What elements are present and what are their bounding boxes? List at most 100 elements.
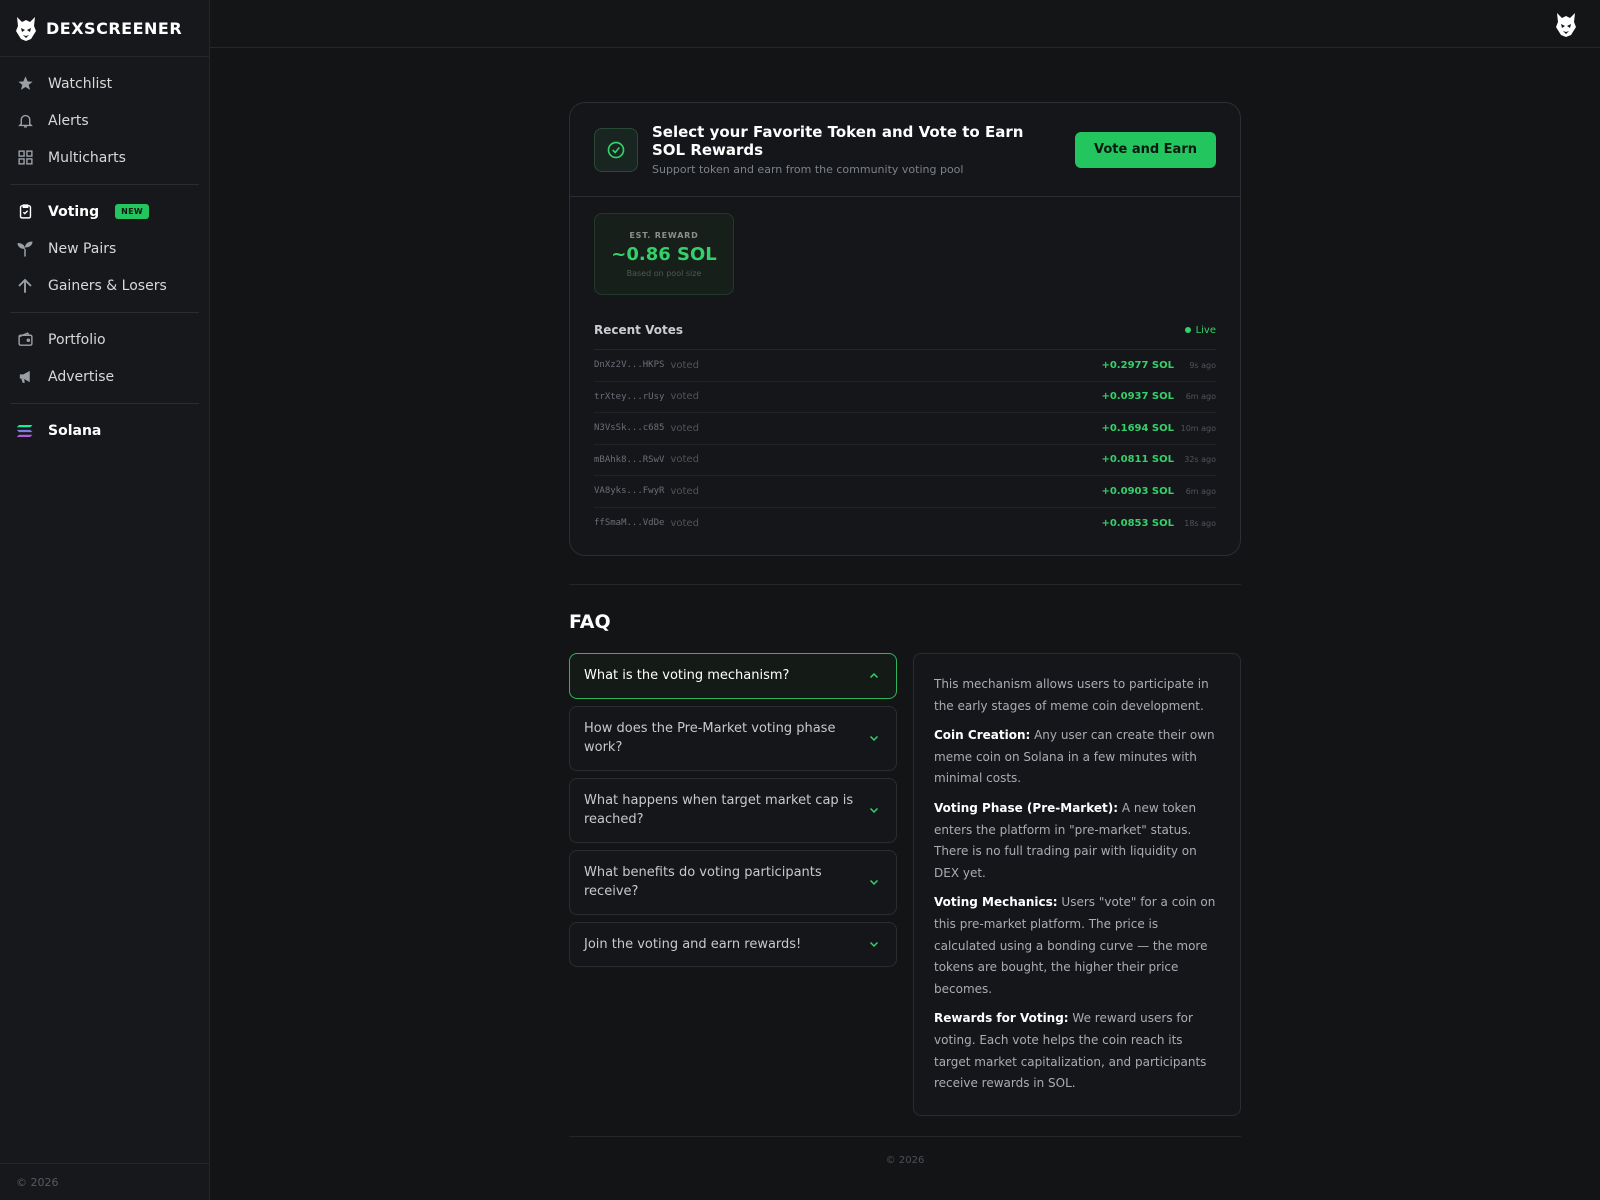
voted-label: voted [670, 454, 699, 466]
faq-question[interactable]: What is the voting mechanism? [569, 653, 897, 699]
voted-label: voted [670, 422, 699, 434]
vote-body: EST. REWARD ~0.86 SOL Based on pool size… [570, 197, 1240, 555]
clipboard-check-icon [14, 201, 36, 223]
vote-amount: +0.1694 SOL [1101, 422, 1174, 434]
faq-answer-term: Voting Mechanics: [934, 895, 1058, 910]
faq-answer-paragraph: Voting Mechanics: Users "vote" for a coi… [934, 892, 1220, 1000]
vote-address[interactable]: mBAhk8...RSwV [594, 455, 664, 465]
chevron-down-icon [866, 804, 882, 816]
vote-row: ffSmaM...VdDe voted +0.0853 SOL 18s ago [594, 508, 1216, 540]
vote-amount: +0.0853 SOL [1101, 517, 1174, 529]
recent-votes-list: DnXz2V...HKPS voted +0.2977 SOL 9s ago t… [594, 350, 1216, 539]
sidebar-item-label: Multicharts [48, 149, 126, 166]
faq-question[interactable]: What benefits do voting participants rec… [569, 849, 897, 915]
top-bar [210, 0, 1600, 48]
new-badge: NEW [115, 204, 150, 219]
vote-row: VA8yks...FwyR voted +0.0903 SOL 6m ago [594, 476, 1216, 508]
sidebar-item-new-pairs[interactable]: New Pairs [10, 230, 199, 267]
vote-time: 32s ago [1184, 455, 1216, 465]
faq-content: What is the voting mechanism? How does t… [569, 653, 1241, 1116]
faq-questions: What is the voting mechanism? How does t… [569, 653, 897, 1116]
vote-card: Select your Favorite Token and Vote to E… [569, 102, 1241, 556]
star-icon [14, 73, 36, 95]
faq-question-text: How does the Pre-Market voting phase wor… [584, 720, 836, 756]
sidebar-item-portfolio[interactable]: Portfolio [10, 321, 199, 358]
faq-question-text: What is the voting mechanism? [584, 668, 790, 683]
main-content: Select your Favorite Token and Vote to E… [569, 102, 1241, 1166]
megaphone-icon [14, 366, 36, 388]
sidebar-item-multicharts[interactable]: Multicharts [10, 139, 199, 176]
sidebar-item-label: Portfolio [48, 331, 106, 348]
faq-answer-paragraph: Rewards for Voting: We reward users for … [934, 1008, 1220, 1094]
vote-address[interactable]: DnXz2V...HKPS [594, 360, 664, 370]
voted-label: voted [670, 485, 699, 497]
live-indicator: Live [1184, 324, 1216, 336]
check-circle-icon [594, 127, 638, 172]
sidebar-item-label: Watchlist [48, 75, 113, 92]
recent-votes-title: Recent Votes [594, 323, 683, 337]
grid-icon [14, 147, 36, 169]
chevron-down-icon [866, 876, 882, 888]
faq-answer-paragraph: Coin Creation: Any user can create their… [934, 725, 1220, 790]
vote-amount: +0.0903 SOL [1101, 485, 1174, 497]
vote-header: Select your Favorite Token and Vote to E… [570, 103, 1240, 197]
vote-row: trXtey...rUsy voted +0.0937 SOL 6m ago [594, 382, 1216, 413]
sidebar-item-gainers-losers[interactable]: Gainers & Losers [10, 267, 199, 304]
faq-answer-intro: This mechanism allows users to participa… [934, 677, 1209, 713]
user-avatar-icon[interactable] [1552, 10, 1580, 38]
vote-address[interactable]: N3VsSk...c685 [594, 423, 664, 433]
sidebar-item-label: Advertise [48, 368, 115, 385]
live-dot-icon [1184, 327, 1191, 333]
vote-address[interactable]: ffSmaM...VdDe [594, 518, 664, 528]
sidebar-item-label: Solana [48, 422, 102, 439]
sidebar-item-alerts[interactable]: Alerts [10, 102, 199, 139]
faq-question-text: What happens when target market cap is r… [584, 792, 854, 828]
vote-and-earn-button[interactable]: Vote and Earn [1075, 131, 1216, 168]
faq-answer-term: Coin Creation: [934, 728, 1031, 743]
reward-label: EST. REWARD [629, 230, 699, 240]
brand-name: DEXSCREENER [46, 18, 183, 38]
vote-row: N3VsSk...c685 voted +0.1694 SOL 10m ago [594, 413, 1216, 445]
vote-amount: +0.2977 SOL [1101, 359, 1174, 371]
recent-votes-header: Recent Votes Live [594, 323, 1216, 350]
faq-answer-paragraph: Voting Phase (Pre-Market): A new token e… [934, 798, 1220, 884]
vote-title: Select your Favorite Token and Vote to E… [652, 123, 1024, 159]
vote-time: 6m ago [1185, 392, 1216, 402]
faq-question[interactable]: What happens when target market cap is r… [569, 777, 897, 843]
sidebar-item-voting[interactable]: Voting NEW [10, 193, 199, 230]
sprout-icon [14, 238, 36, 260]
sidebar-item-label: Alerts [48, 112, 89, 129]
solana-icon [14, 420, 36, 442]
reward-note: Based on pool size [626, 268, 702, 278]
brand[interactable]: DEXSCREENER [0, 0, 209, 57]
vote-row: mBAhk8...RSwV voted +0.0811 SOL 32s ago [594, 445, 1216, 476]
footer-divider [569, 1135, 1241, 1137]
sidebar-item-label: New Pairs [48, 240, 117, 257]
bell-icon [14, 110, 36, 132]
faq-section: FAQ What is the voting mechanism? How do… [569, 611, 1241, 1116]
reward-value: ~0.86 SOL [611, 243, 717, 265]
vote-address[interactable]: trXtey...rUsy [594, 392, 664, 402]
vote-address[interactable]: VA8yks...FwyR [594, 486, 664, 496]
vote-time: 6m ago [1185, 486, 1216, 496]
live-label: Live [1195, 324, 1216, 336]
vote-amount: +0.0937 SOL [1101, 391, 1174, 403]
nav-divider [10, 312, 199, 313]
faq-question[interactable]: Join the voting and earn rewards! [569, 921, 897, 967]
nav-divider [10, 184, 199, 185]
arrow-up-icon [14, 275, 36, 297]
sidebar-item-solana[interactable]: Solana [10, 412, 199, 449]
sidebar-item-advertise[interactable]: Advertise [10, 358, 199, 395]
vote-subtitle: Support token and earn from the communit… [652, 163, 964, 176]
voted-label: voted [670, 517, 699, 529]
vote-row: DnXz2V...HKPS voted +0.2977 SOL 9s ago [594, 350, 1216, 382]
faq-answer-term: Voting Phase (Pre-Market): [934, 800, 1119, 815]
faq-question[interactable]: How does the Pre-Market voting phase wor… [569, 705, 897, 771]
chevron-up-icon [866, 670, 882, 682]
sidebar-footer: © 2026 [0, 1163, 210, 1200]
faq-answer-panel: This mechanism allows users to participa… [913, 653, 1241, 1116]
faq-answer-text: Users "vote" for a coin on this pre-mark… [934, 895, 1216, 996]
sidebar-item-watchlist[interactable]: Watchlist [10, 65, 199, 102]
faq-title: FAQ [569, 611, 611, 633]
faq-question-text: What benefits do voting participants rec… [584, 864, 822, 900]
